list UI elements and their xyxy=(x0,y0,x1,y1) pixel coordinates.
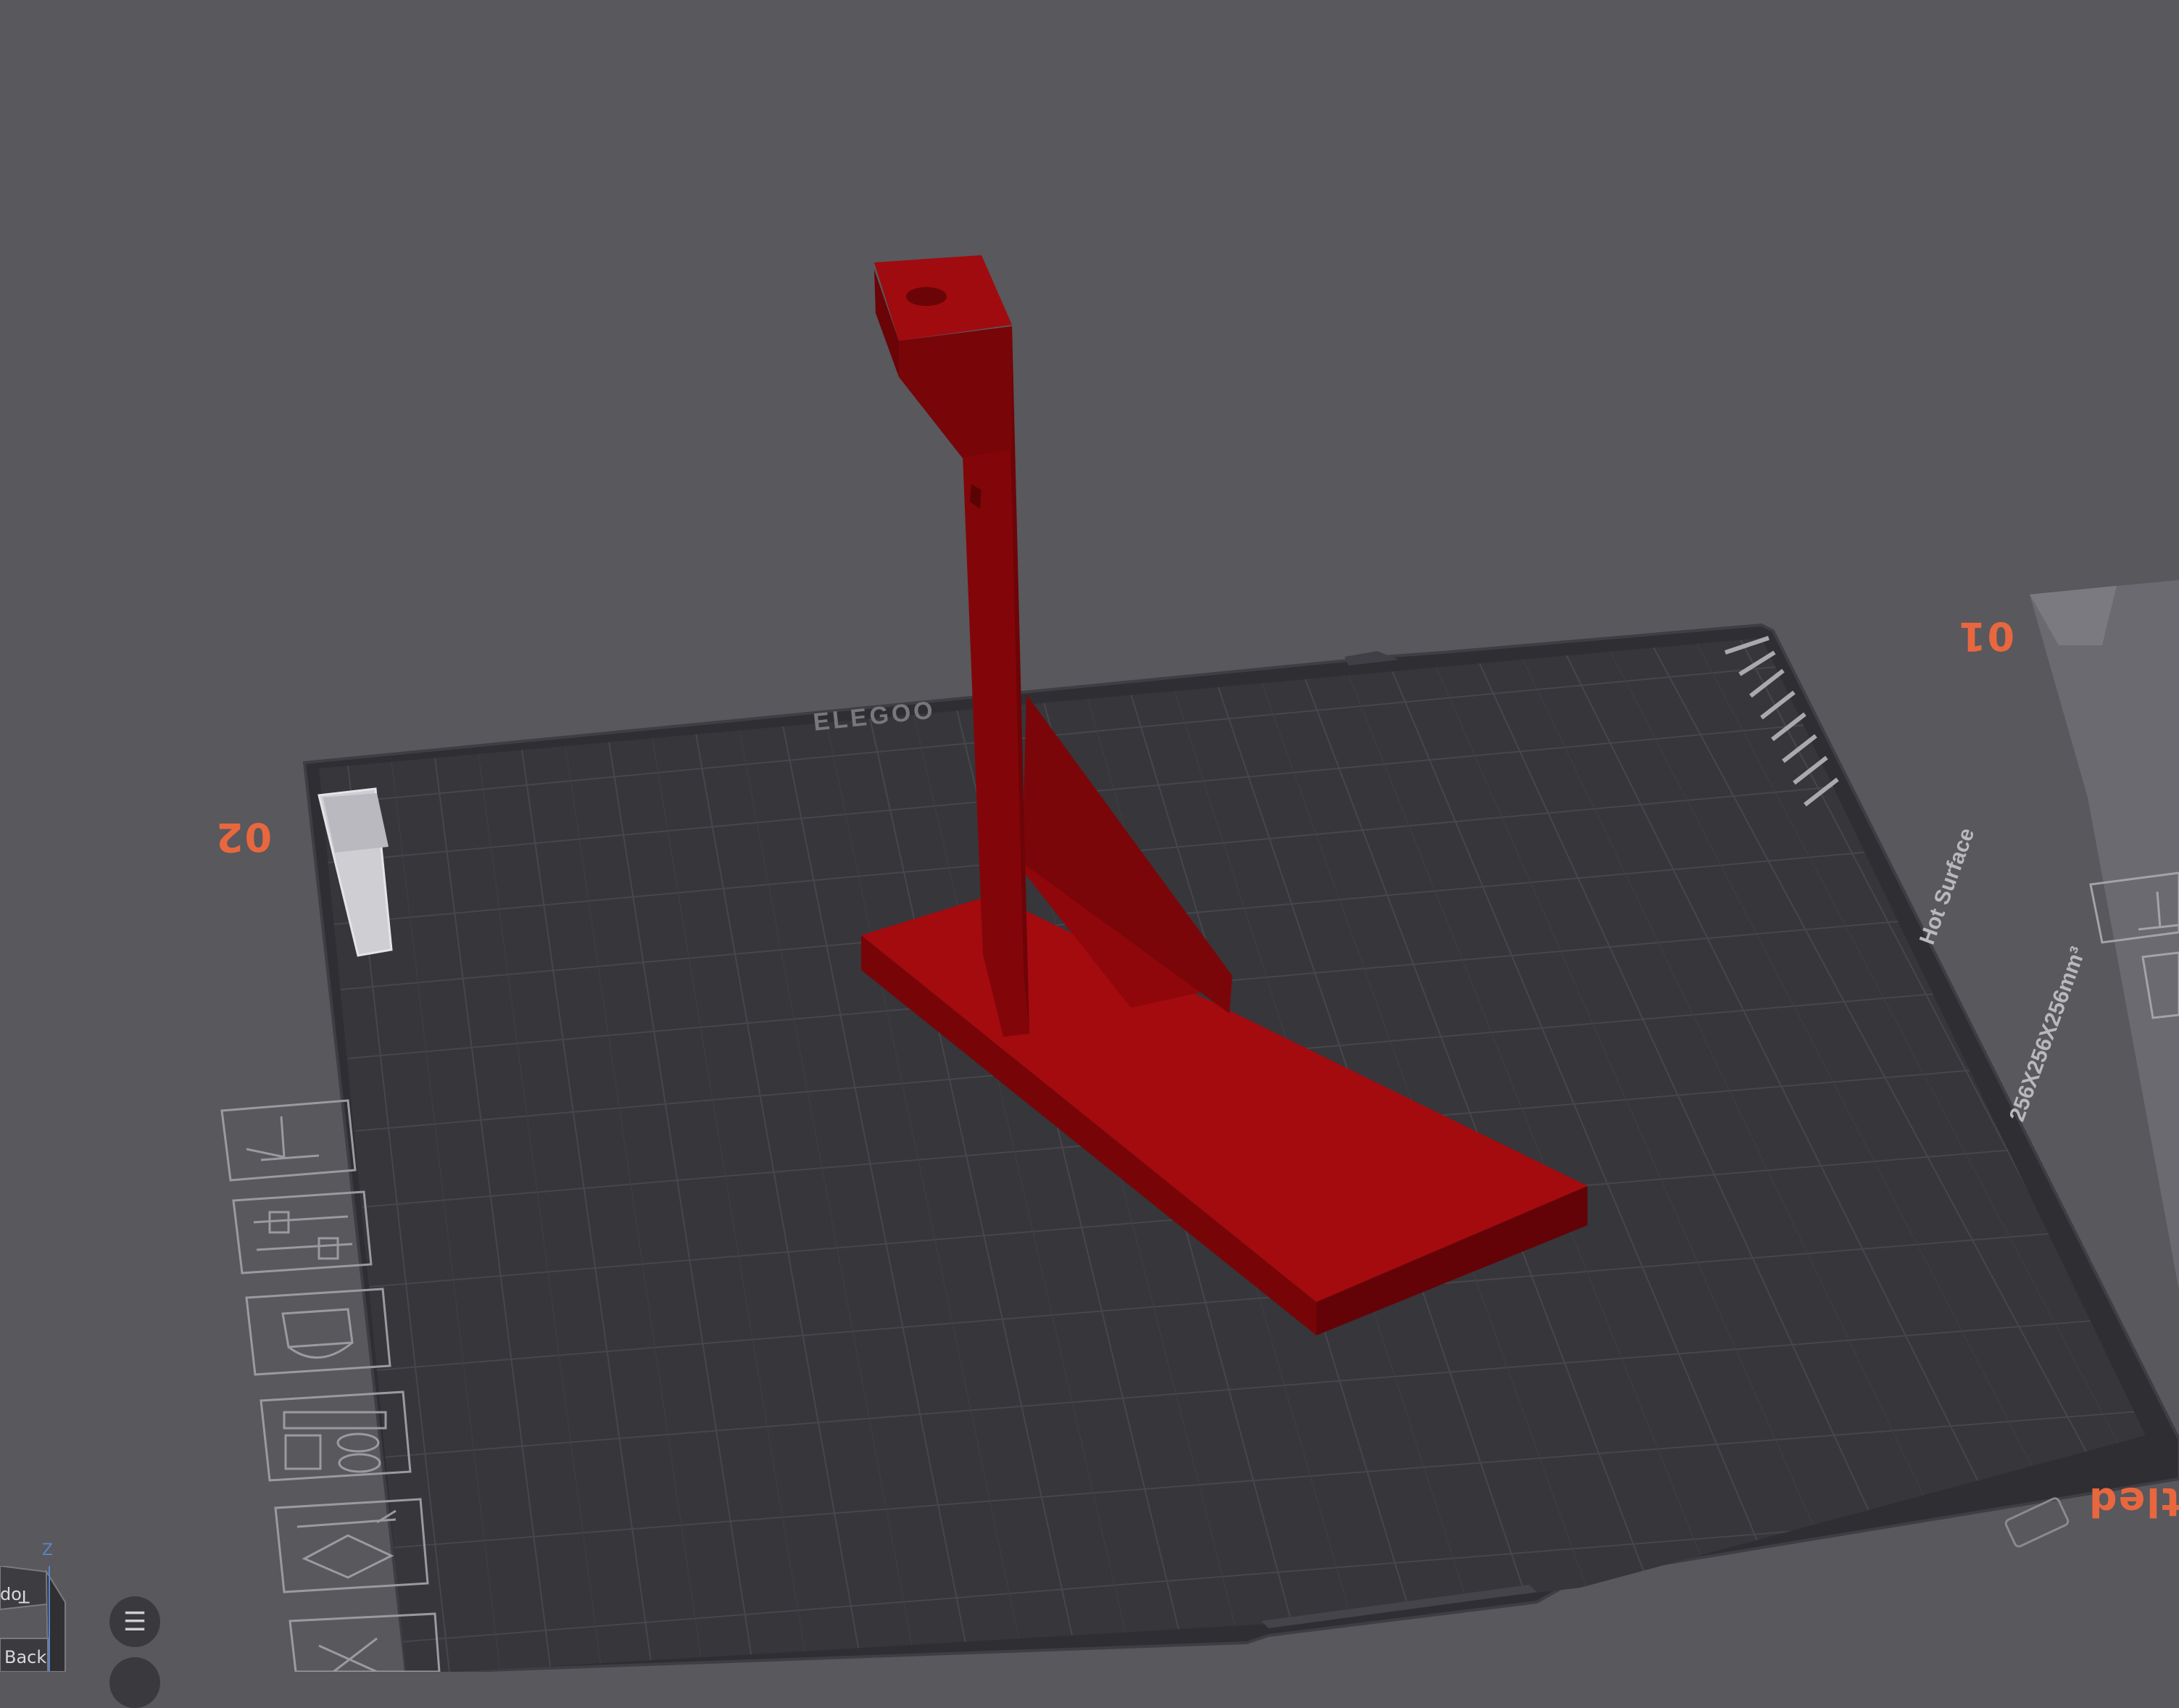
model-head-side xyxy=(899,326,1012,458)
menu-icon: ☰ xyxy=(123,1607,147,1637)
3d-viewport[interactable] xyxy=(0,0,2179,1672)
plate-label-untitled[interactable]: tled xyxy=(2088,1479,2179,1525)
settings-sliders-icon[interactable] xyxy=(232,1190,373,1274)
plate-01-toolbar xyxy=(2089,871,2179,1019)
cube-top-face[interactable]: Top xyxy=(0,1586,30,1607)
plate-label-01[interactable]: 01 xyxy=(1957,613,2014,659)
model-mount-hole xyxy=(906,287,947,306)
plate-01-settings-icon[interactable] xyxy=(2141,951,2179,1019)
place-on-face-icon[interactable] xyxy=(220,1099,357,1182)
plate-01-place-on-face-icon[interactable] xyxy=(2089,871,2179,944)
view-menu-button[interactable]: ☰ xyxy=(109,1596,160,1647)
axis-z-label: Z xyxy=(42,1541,54,1559)
cube-back-face[interactable]: Back xyxy=(4,1647,46,1667)
plate-label-02[interactable]: 02 xyxy=(215,814,272,860)
secondary-view-button[interactable] xyxy=(109,1657,160,1708)
